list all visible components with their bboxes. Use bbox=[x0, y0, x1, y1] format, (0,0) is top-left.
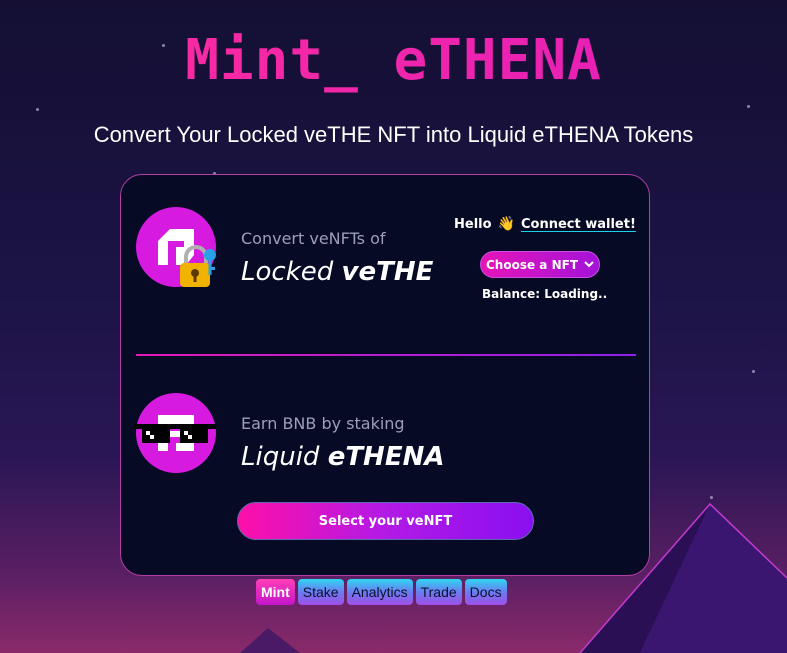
locked-vethe-label: Locked veTHE bbox=[241, 257, 433, 287]
ethena-word: eTHENA bbox=[327, 442, 445, 472]
convert-label: Convert veNFTs of bbox=[241, 229, 386, 248]
select-venft-button[interactable]: Select your veNFT bbox=[237, 502, 534, 540]
mountain-left bbox=[240, 628, 300, 653]
chevron-down-icon bbox=[584, 261, 594, 268]
balance-text: Balance: Loading.. bbox=[482, 287, 608, 301]
app-logo: Mint_ eTHENA bbox=[0, 28, 787, 93]
tab-analytics[interactable]: Analytics bbox=[346, 579, 413, 605]
nft-select-value: Choose a NFT bbox=[486, 257, 578, 272]
vethe-word: veTHE bbox=[341, 257, 434, 287]
earn-label: Earn BNB by staking bbox=[241, 414, 405, 433]
lock-with-key-icon bbox=[180, 245, 216, 287]
hello-text: Hello bbox=[454, 217, 492, 232]
liquid-word: Liquid bbox=[241, 442, 328, 472]
connect-wallet-link[interactable]: Connect wallet! bbox=[521, 217, 636, 232]
pixel-sunglasses-icon bbox=[134, 424, 216, 443]
page-subtitle: Convert Your Locked veTHE NFT into Liqui… bbox=[93, 122, 694, 147]
locked-word: Locked bbox=[241, 257, 342, 287]
section-divider bbox=[136, 354, 636, 356]
tab-trade[interactable]: Trade bbox=[415, 579, 462, 605]
wave-icon: 👋 bbox=[497, 216, 515, 232]
wallet-greeting: Hello 👋 Connect wallet! bbox=[454, 216, 636, 232]
tab-docs[interactable]: Docs bbox=[464, 579, 507, 605]
bottom-nav: Mint Stake Analytics Trade Docs bbox=[256, 579, 507, 605]
tab-mint[interactable]: Mint bbox=[256, 579, 295, 605]
tab-stake[interactable]: Stake bbox=[297, 579, 344, 605]
nft-select[interactable]: Choose a NFT bbox=[480, 251, 600, 278]
liquid-ethena-label: Liquid eTHENA bbox=[241, 442, 444, 472]
